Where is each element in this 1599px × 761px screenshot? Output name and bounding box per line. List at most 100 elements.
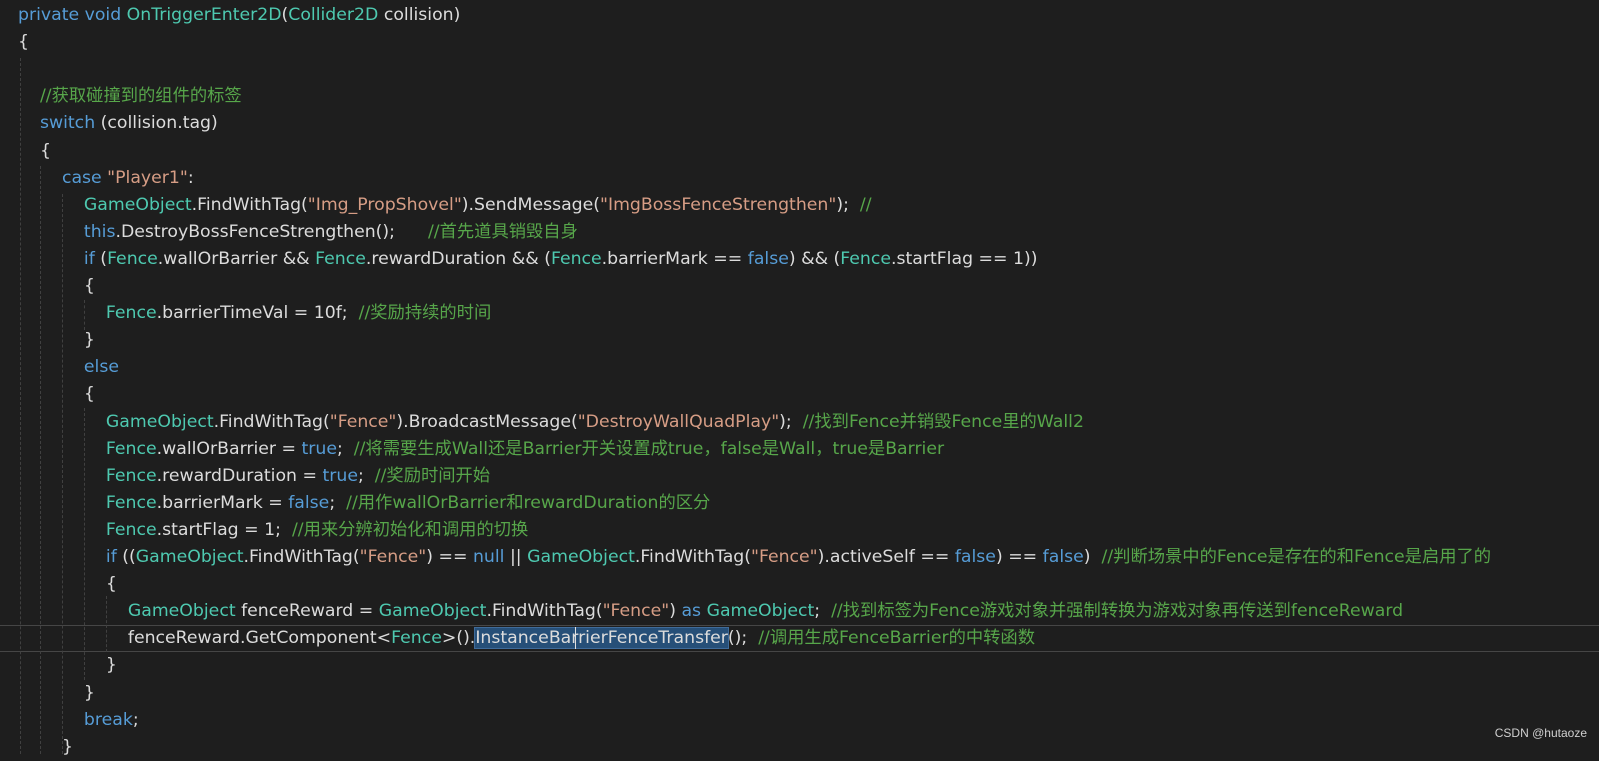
- code-line[interactable]: {: [18, 381, 95, 408]
- code-token: .startFlag = 1;: [156, 519, 292, 540]
- code-token: ): [669, 601, 682, 622]
- code-line[interactable]: GameObject.FindWithTag("Img_PropShovel")…: [18, 192, 872, 219]
- code-token: OnTriggerEnter2D: [126, 5, 282, 25]
- code-line[interactable]: fenceReward.GetComponent<Fence>().Instan…: [18, 625, 1035, 652]
- code-token: fenceReward.GetComponent<: [18, 628, 392, 649]
- code-line[interactable]: Fence.barrierMark = false; //用作wallOrBar…: [18, 490, 710, 517]
- code-token: collision): [378, 5, 461, 25]
- code-line[interactable]: else: [18, 354, 119, 381]
- code-token: );: [836, 194, 860, 215]
- code-token: "Fence": [751, 547, 818, 567]
- code-token: true: [322, 465, 358, 486]
- code-token: }: [18, 330, 95, 351]
- code-token: private void: [18, 5, 127, 25]
- code-line[interactable]: {: [18, 29, 29, 56]
- code-token: GameObject: [135, 547, 244, 567]
- code-token: (: [94, 248, 108, 269]
- code-token: .FindWithTag(: [486, 601, 603, 622]
- code-token: GameObject: [378, 601, 487, 622]
- code-token: }: [18, 682, 95, 703]
- code-line[interactable]: if (Fence.wallOrBarrier && Fence.rewardD…: [18, 246, 1038, 273]
- code-line[interactable]: this.DestroyBossFenceStrengthen(); //首先道…: [18, 219, 578, 246]
- code-token: ).BroadcastMessage(: [396, 411, 578, 432]
- code-token: .FindWithTag(: [191, 194, 308, 215]
- code-token: fenceReward =: [235, 601, 379, 622]
- watermark-text: CSDN @hutaoze: [1494, 726, 1587, 740]
- code-line[interactable]: private void OnTriggerEnter2D(Collider2D…: [18, 2, 460, 29]
- code-token: //奖励时间开始: [374, 465, 491, 486]
- code-token: ;: [814, 601, 832, 622]
- code-token: :: [187, 167, 194, 188]
- code-token: .wallOrBarrier =: [156, 438, 302, 459]
- code-token: ((: [116, 547, 136, 567]
- code-token: //将需要生成Wall还是Barrier开关设置成true，false是Wall…: [353, 438, 945, 459]
- code-line[interactable]: {: [18, 571, 117, 598]
- code-token: as: [681, 601, 702, 622]
- code-token: {: [18, 140, 51, 161]
- code-line[interactable]: Fence.wallOrBarrier = true; //将需要生成Wall还…: [18, 436, 944, 463]
- code-token: Fence: [18, 438, 157, 459]
- code-token: {: [18, 384, 95, 405]
- code-line[interactable]: }: [18, 327, 95, 354]
- code-line[interactable]: {: [18, 273, 95, 300]
- code-line[interactable]: Fence.startFlag = 1; //用来分辨初始化和调用的切换: [18, 517, 528, 544]
- code-line[interactable]: }: [18, 652, 117, 679]
- code-token: //调用生成FenceBarrier的中转函数: [758, 628, 1035, 649]
- code-token: //首先道具销毁自身: [427, 221, 578, 242]
- code-token: "Fence": [602, 601, 670, 622]
- code-token: //获取碰撞到的组件的标签: [18, 86, 242, 107]
- code-token: GameObject: [18, 601, 236, 622]
- code-token: //用来分辨初始化和调用的切换: [291, 519, 529, 540]
- code-token: {: [18, 32, 29, 53]
- code-token: Fence: [18, 519, 157, 540]
- code-token: Fence: [391, 628, 442, 649]
- code-token: Collider2D: [288, 5, 379, 25]
- code-token: >().: [441, 628, 476, 649]
- code-token: //: [859, 194, 872, 215]
- code-token: break: [18, 709, 133, 730]
- code-token: //找到标签为Fence游戏对象并强制转换为游戏对象再传送到fenceRewar…: [831, 601, 1404, 622]
- code-token: false: [747, 248, 789, 269]
- code-token: true: [301, 438, 337, 459]
- code-token: false: [1042, 547, 1084, 567]
- code-line[interactable]: {: [18, 138, 51, 165]
- code-token: );: [779, 411, 803, 432]
- code-token: ;: [329, 492, 347, 513]
- code-token: ) ==: [995, 547, 1043, 567]
- code-line[interactable]: Fence.rewardDuration = true; //奖励时间开始: [18, 463, 490, 490]
- code-token: false: [954, 547, 996, 567]
- code-token: ;: [336, 438, 354, 459]
- code-token: null: [472, 547, 505, 567]
- code-line[interactable]: if ((GameObject.FindWithTag("Fence") == …: [18, 544, 1491, 571]
- code-line[interactable]: case "Player1":: [18, 165, 194, 192]
- code-token: GameObject: [527, 547, 635, 567]
- code-token: switch: [18, 113, 96, 134]
- code-token: ;: [132, 709, 139, 730]
- code-line[interactable]: GameObject.FindWithTag("Fence").Broadcas…: [18, 409, 1084, 436]
- code-token: .barrierMark ==: [601, 248, 748, 269]
- code-line[interactable]: break;: [18, 707, 139, 734]
- code-line[interactable]: GameObject fenceReward = GameObject.Find…: [18, 598, 1403, 625]
- code-token: Fence: [18, 465, 157, 486]
- code-line[interactable]: }: [18, 680, 95, 707]
- code-token: GameObject: [706, 601, 815, 622]
- code-token: else: [18, 357, 119, 378]
- code-line[interactable]: }: [18, 734, 73, 761]
- code-line[interactable]: //获取碰撞到的组件的标签: [18, 83, 242, 110]
- code-token: {: [18, 574, 117, 595]
- code-token: //找到Fence并销毁Fence里的Wall2: [802, 411, 1084, 432]
- code-token: ;: [357, 465, 375, 486]
- code-token: ) && (: [788, 248, 841, 269]
- code-token: this: [18, 221, 116, 242]
- code-token: ) ==: [426, 547, 473, 567]
- code-token: Fence: [107, 248, 158, 269]
- code-line[interactable]: Fence.barrierTimeVal = 10f; //奖励持续的时间: [18, 300, 491, 327]
- code-token: "Fence": [359, 547, 427, 567]
- code-token: "Player1": [107, 167, 188, 188]
- code-token: }: [18, 655, 117, 676]
- code-token: ).activeSelf ==: [817, 547, 955, 567]
- code-line[interactable]: switch (collision.tag): [18, 110, 218, 137]
- code-editor[interactable]: private void OnTriggerEnter2D ( Collider2D…: [0, 0, 1599, 757]
- code-token: "Fence": [329, 411, 397, 432]
- code-token: //判断场景中的Fence是存在的和Fence是启用了的: [1101, 547, 1492, 567]
